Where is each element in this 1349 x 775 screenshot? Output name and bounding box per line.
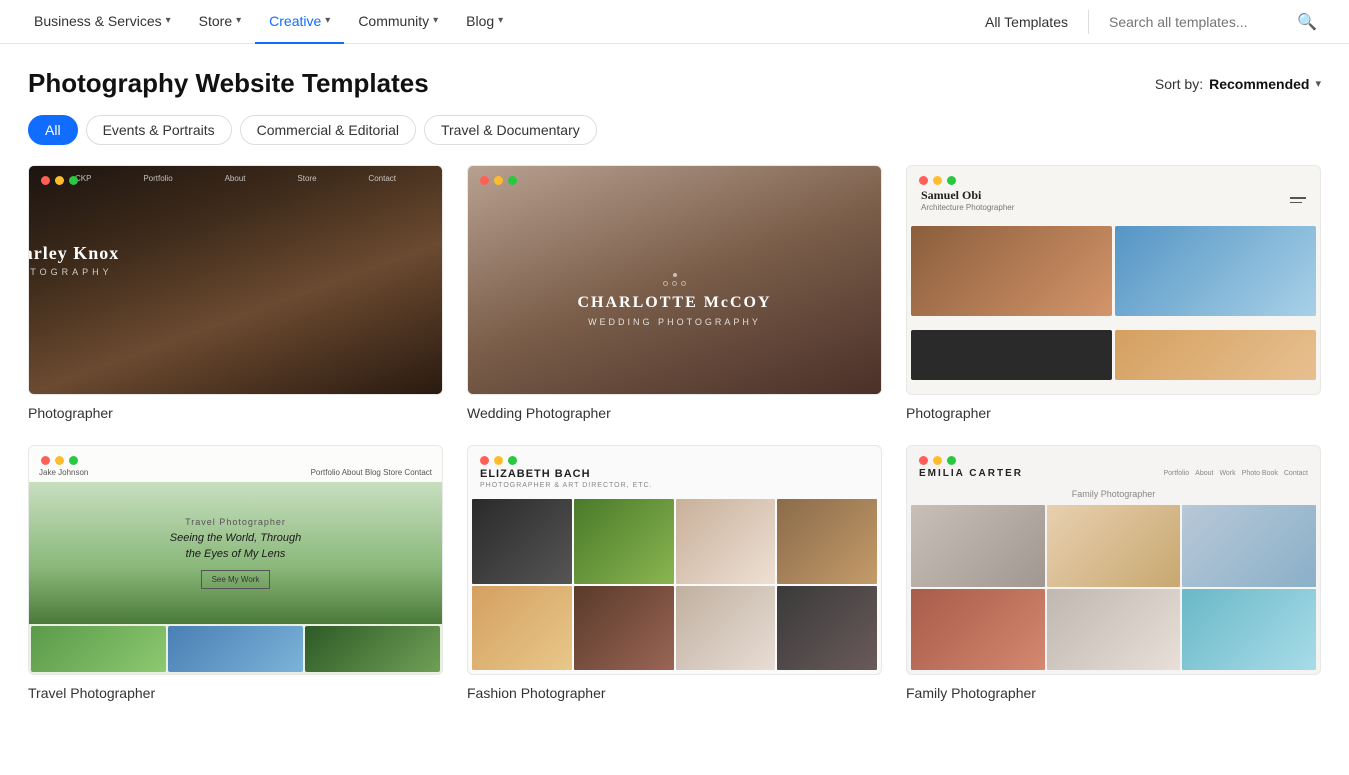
dot-green xyxy=(947,176,956,185)
nav-item-business-services[interactable]: Business & Services ▾ xyxy=(20,0,185,44)
dot-red xyxy=(919,176,928,185)
nav-item-community[interactable]: Community ▾ xyxy=(344,0,452,44)
filter-events-portraits[interactable]: Events & Portraits xyxy=(86,115,232,145)
thumb-header: Samuel Obi Architecture Photographer xyxy=(907,166,1320,222)
all-templates-link[interactable]: All Templates xyxy=(985,14,1068,30)
filter-all[interactable]: All xyxy=(28,115,78,145)
thumb-header: EMILIA CARTER PortfolioAboutWorkPhoto Bo… xyxy=(907,446,1320,487)
dot-yellow xyxy=(933,176,942,185)
sort-chevron-icon: ▾ xyxy=(1315,77,1321,90)
dot-yellow xyxy=(55,176,64,185)
template-grid: CKPPortfolioAboutStoreContact Charley Kn… xyxy=(0,165,1349,741)
chevron-down-icon: ▾ xyxy=(325,15,330,26)
dot-green xyxy=(69,456,78,465)
template-name-travel: Travel Photographer xyxy=(28,685,443,701)
dot-yellow xyxy=(933,456,942,465)
dot-green xyxy=(69,176,78,185)
page-header: Photography Website Templates Sort by: R… xyxy=(0,44,1349,115)
dot-green xyxy=(508,176,517,185)
filter-travel-documentary[interactable]: Travel & Documentary xyxy=(424,115,597,145)
window-dots xyxy=(41,456,78,465)
thumb-hero: CHARLOTTE McCOY WEDDING PHOTOGRAPHY xyxy=(468,205,881,394)
dot-yellow xyxy=(494,456,503,465)
chevron-down-icon: ▾ xyxy=(498,15,503,26)
sort-value: Recommended xyxy=(1209,76,1309,92)
filter-bar: All Events & Portraits Commercial & Edit… xyxy=(0,115,1349,165)
thumb-grid xyxy=(907,503,1320,674)
thumb-hero-area: Travel Photographer Seeing the World, Th… xyxy=(29,482,442,624)
template-card-emilia-carter[interactable]: EMILIA CARTER PortfolioAboutWorkPhoto Bo… xyxy=(906,445,1321,701)
thumb-overlay-text: Charley Knox PHOTOGRAPHY xyxy=(28,243,119,317)
window-dots xyxy=(480,176,517,185)
template-card-charlotte-mccoy[interactable]: HOMEABOUTPORTFOLIOCONTACTCLIENT ALBUMS C… xyxy=(467,165,882,421)
nav-item-creative[interactable]: Creative ▾ xyxy=(255,0,344,44)
template-name-charlotte: Wedding Photographer xyxy=(467,405,882,421)
nav-label-business-services: Business & Services xyxy=(34,13,162,29)
template-thumb-charley: CKPPortfolioAboutStoreContact Charley Kn… xyxy=(28,165,443,395)
chevron-down-icon: ▾ xyxy=(433,15,438,26)
template-name-charley: Photographer xyxy=(28,405,443,421)
dot-red xyxy=(480,176,489,185)
nav-label-community: Community xyxy=(358,13,429,29)
thumb-subtitle: Family Photographer xyxy=(907,487,1320,503)
search-bar: 🔍 xyxy=(1109,12,1329,32)
thumb-tagline: Seeing the World, Throughthe Eyes of My … xyxy=(170,531,301,562)
thumb-images xyxy=(907,222,1320,394)
nav-label-creative: Creative xyxy=(269,13,321,29)
sort-by-control[interactable]: Sort by: Recommended ▾ xyxy=(1155,76,1321,92)
thumb-bottom-strip xyxy=(29,624,442,674)
thumb-mosaic xyxy=(468,497,881,674)
nav-bar: Business & Services ▾ Store ▾ Creative ▾… xyxy=(0,0,1349,44)
window-dots xyxy=(41,176,78,185)
template-thumb-charlotte: HOMEABOUTPORTFOLIOCONTACTCLIENT ALBUMS C… xyxy=(467,165,882,395)
dot-red xyxy=(41,456,50,465)
nav-label-blog: Blog xyxy=(466,13,494,29)
chevron-down-icon: ▾ xyxy=(166,15,171,26)
template-thumb-travel: Jake Johnson Portfolio About Blog Store … xyxy=(28,445,443,675)
dot-red xyxy=(480,456,489,465)
template-card-jake-johnson[interactable]: Jake Johnson Portfolio About Blog Store … xyxy=(28,445,443,701)
dot-green xyxy=(947,456,956,465)
nav-item-store[interactable]: Store ▾ xyxy=(185,0,256,44)
template-thumb-samuel: Samuel Obi Architecture Photographer xyxy=(906,165,1321,395)
template-card-samuel-obi[interactable]: Samuel Obi Architecture Photographer Pho… xyxy=(906,165,1321,421)
template-name-samuel: Photographer xyxy=(906,405,1321,421)
dot-yellow xyxy=(55,456,64,465)
dot-red xyxy=(919,456,928,465)
template-thumb-elizabeth: ELIZABETH BACH PHOTOGRAPHER & ART DIRECT… xyxy=(467,445,882,675)
dot-green xyxy=(508,456,517,465)
thumb-nav: PortfolioAboutWorkPhoto BookContact xyxy=(1163,470,1308,477)
template-thumb-emilia: EMILIA CARTER PortfolioAboutWorkPhoto Bo… xyxy=(906,445,1321,675)
window-dots xyxy=(480,456,517,465)
dot-red xyxy=(41,176,50,185)
page-title: Photography Website Templates xyxy=(28,68,429,99)
search-icon[interactable]: 🔍 xyxy=(1297,12,1317,32)
search-input[interactable] xyxy=(1109,14,1289,30)
nav-item-blog[interactable]: Blog ▾ xyxy=(452,0,517,44)
nav-right: All Templates 🔍 xyxy=(985,10,1329,34)
template-name-elizabeth: Fashion Photographer xyxy=(467,685,882,701)
window-dots xyxy=(919,176,956,185)
main-nav: Business & Services ▾ Store ▾ Creative ▾… xyxy=(0,0,1349,44)
template-card-elizabeth-bach[interactable]: ELIZABETH BACH PHOTOGRAPHER & ART DIRECT… xyxy=(467,445,882,701)
sort-by-label: Sort by: xyxy=(1155,76,1203,92)
nav-left: Business & Services ▾ Store ▾ Creative ▾… xyxy=(20,0,985,44)
window-dots xyxy=(919,456,956,465)
filter-commercial-editorial[interactable]: Commercial & Editorial xyxy=(240,115,416,145)
dot-yellow xyxy=(494,176,503,185)
thumb-header: ELIZABETH BACH PHOTOGRAPHER & ART DIRECT… xyxy=(468,446,881,497)
template-card-charley-knox[interactable]: CKPPortfolioAboutStoreContact Charley Kn… xyxy=(28,165,443,421)
nav-divider xyxy=(1088,10,1089,34)
template-name-emilia: Family Photographer xyxy=(906,685,1321,701)
nav-label-store: Store xyxy=(199,13,232,29)
thumb-top-nav: Jake Johnson Portfolio About Blog Store … xyxy=(29,446,442,482)
chevron-down-icon: ▾ xyxy=(236,15,241,26)
